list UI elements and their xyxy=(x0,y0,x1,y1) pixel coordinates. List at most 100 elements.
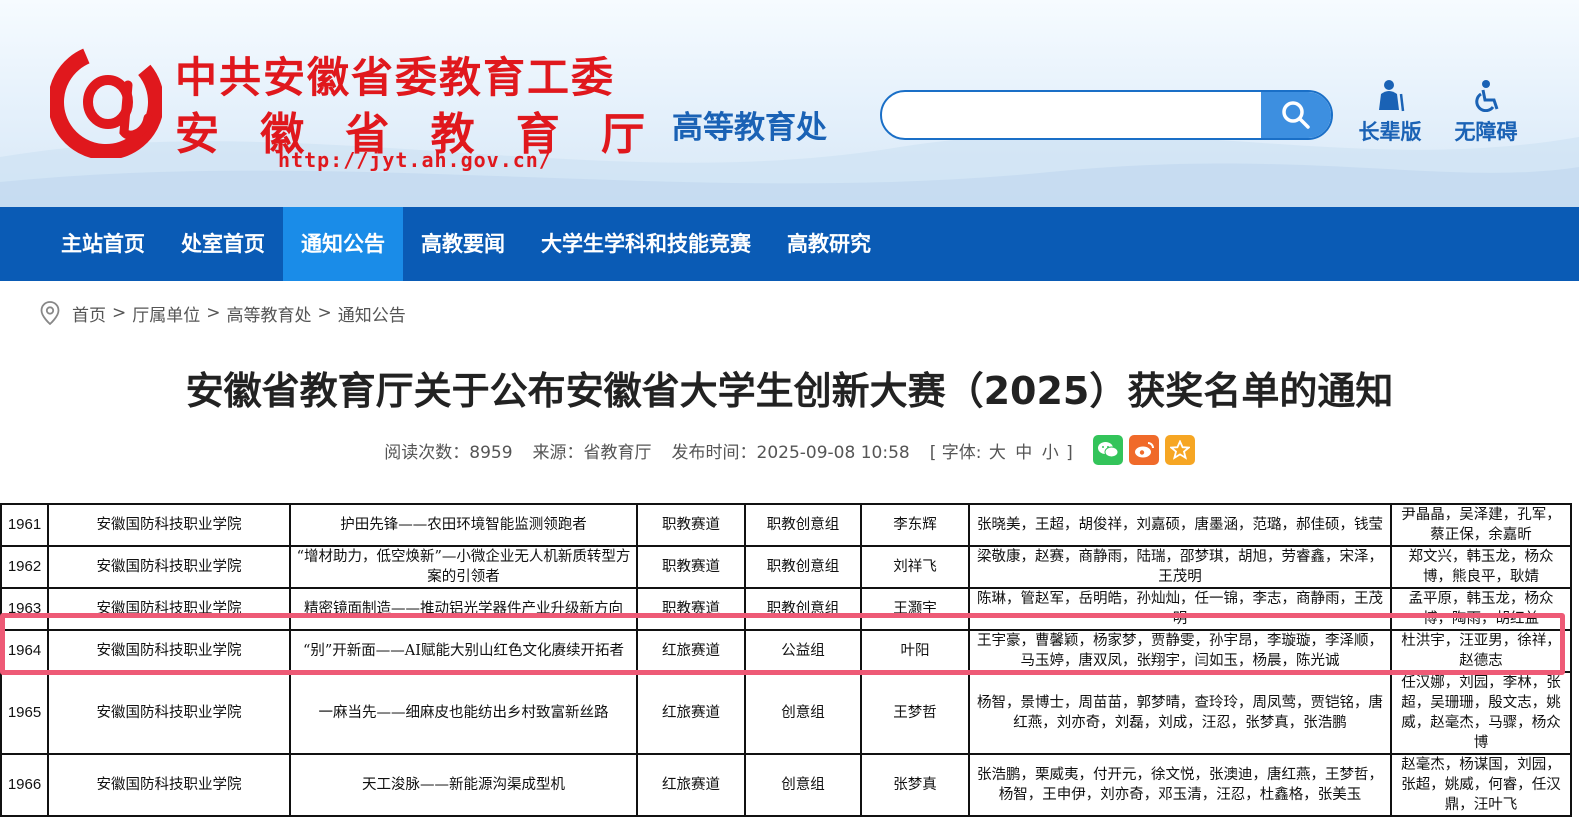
star-icon xyxy=(1169,440,1190,460)
wechat-share-button[interactable] xyxy=(1092,435,1123,465)
cell-leader: 叶阳 xyxy=(860,629,970,673)
cell-advisors: 赵毫杰，杨谋国，刘园，张超，姚威，何睿，任汉鼎，汪叶飞 xyxy=(1390,753,1572,817)
article-meta: 阅读次数：8959 来源：省教育厅 发布时间：2025-09-08 10:58 … xyxy=(0,435,1579,465)
cell-project: 精密镜面制造——推动铝光学器件产业升级新方向 xyxy=(289,587,638,631)
cell-leader: 王梦哲 xyxy=(860,671,970,755)
cell-school: 安徽国防科技职业学院 xyxy=(47,545,291,589)
cell-school: 安徽国防科技职业学院 xyxy=(47,587,291,631)
nav-item-news[interactable]: 高教要闻 xyxy=(403,207,523,281)
breadcrumb-notices[interactable]: 通知公告 xyxy=(338,301,406,326)
nav-item-main-home[interactable]: 主站首页 xyxy=(43,207,163,281)
cell-project: 护田先锋——农田环境智能监测领跑者 xyxy=(289,503,638,547)
read-count-value: 8959 xyxy=(469,442,513,463)
cell-project: “增材助力，低空焕新”—小微企业无人机新质转型方案的引领者 xyxy=(289,545,638,589)
table-row: 1966 安徽国防科技职业学院 天工浚脉——新能源沟渠成型机 红旅赛道 创意组 … xyxy=(0,753,1572,817)
cell-group: 创意组 xyxy=(744,753,862,817)
cell-no: 1966 xyxy=(0,753,49,817)
read-count: 阅读次数：8959 xyxy=(384,438,512,463)
cell-leader: 张梦真 xyxy=(860,753,970,817)
cell-no: 1965 xyxy=(0,671,49,755)
cell-leader: 王灏宇 xyxy=(860,587,970,631)
org-char: 安 xyxy=(175,109,219,160)
cell-advisors: 郑文兴，韩玉龙，杨众博，熊良平，耿婧 xyxy=(1390,545,1572,589)
cell-group: 职教创意组 xyxy=(744,545,862,589)
nav-item-dept-home[interactable]: 处室首页 xyxy=(163,207,283,281)
cell-members: 梁敬康，赵赛，商静雨，陆瑞，邵梦琪，胡旭，劳睿鑫，宋泽，王茂明 xyxy=(968,545,1392,589)
cell-no: 1963 xyxy=(0,587,49,631)
article-source: 来源：省教育厅 xyxy=(533,438,652,463)
font-size-large[interactable]: 大 xyxy=(989,443,1006,463)
breadcrumb-separator: > xyxy=(112,303,127,323)
cell-no: 1962 xyxy=(0,545,49,589)
cell-leader: 刘祥飞 xyxy=(860,545,970,589)
publish-time: 发布时间：2025-09-08 10:58 xyxy=(672,438,910,463)
cell-project: “别”开新面——AI赋能大别山红色文化赓续开拓者 xyxy=(289,629,638,673)
share-buttons xyxy=(1092,435,1195,465)
site-url: http://jyt.ah.gov.cn/ xyxy=(278,148,552,172)
wechat-icon xyxy=(1097,442,1119,458)
cell-project: 天工浚脉——新能源沟渠成型机 xyxy=(289,753,638,817)
cell-group: 公益组 xyxy=(744,629,862,673)
cell-members: 陈琳，管赵军，岳明皓，孙灿灿，任一锦，李志，商静雨，王茂明 xyxy=(968,587,1392,631)
cell-group: 职教创意组 xyxy=(744,587,862,631)
font-size-small[interactable]: 小 xyxy=(1042,443,1059,463)
favorite-share-button[interactable] xyxy=(1164,435,1195,465)
cell-advisors: 孟平原，韩玉龙，杨众博，陶雨，胡红益 xyxy=(1390,587,1572,631)
breadcrumb: 首页 > 厅属单位 > 高等教育处 > 通知公告 xyxy=(40,300,406,326)
breadcrumb-units[interactable]: 厅属单位 xyxy=(132,301,200,326)
weibo-share-button[interactable] xyxy=(1128,435,1159,465)
table-row: 1961 安徽国防科技职业学院 护田先锋——农田环境智能监测领跑者 职教赛道 职… xyxy=(0,503,1572,547)
nav-item-research[interactable]: 高教研究 xyxy=(769,207,889,281)
cell-no: 1964 xyxy=(0,629,49,673)
logo-at-icon[interactable] xyxy=(50,40,162,158)
cell-track: 职教赛道 xyxy=(636,503,746,547)
search-icon xyxy=(1282,101,1310,129)
org-char: 厅 xyxy=(600,109,645,160)
award-table-container[interactable]: 1961 安徽国防科技职业学院 护田先锋——农田环境智能监测领跑者 职教赛道 职… xyxy=(0,503,1579,819)
table-row: 1965 安徽国防科技职业学院 一麻当先——细麻皮也能纺出乡村致富新丝路 红旅赛… xyxy=(0,671,1572,755)
cell-track: 红旅赛道 xyxy=(636,671,746,755)
table-row: 1963 安徽国防科技职业学院 精密镜面制造——推动铝光学器件产业升级新方向 职… xyxy=(0,587,1572,631)
cell-track: 红旅赛道 xyxy=(636,629,746,673)
font-size-switcher: [ 字体: 大 中 小 ] xyxy=(930,438,1073,463)
font-size-end: ] xyxy=(1066,442,1073,463)
font-size-medium[interactable]: 中 xyxy=(1015,443,1032,463)
cell-track: 职教赛道 xyxy=(636,587,746,631)
department-name: 高等教育处 xyxy=(672,110,827,146)
cell-project: 一麻当先——细麻皮也能纺出乡村致富新丝路 xyxy=(289,671,638,755)
source-value: 省教育厅 xyxy=(583,442,652,463)
weibo-icon xyxy=(1134,442,1154,458)
breadcrumb-home[interactable]: 首页 xyxy=(72,301,106,326)
cell-no: 1961 xyxy=(0,503,49,547)
wheelchair-icon xyxy=(1475,80,1499,112)
search-input[interactable] xyxy=(894,98,1254,132)
award-table: 1961 安徽国防科技职业学院 护田先锋——农田环境智能监测领跑者 职教赛道 职… xyxy=(0,503,1572,817)
cell-advisors: 尹晶晶，吴泽建，孔军，蔡正保，余嘉昕 xyxy=(1390,503,1572,547)
nav-item-notices[interactable]: 通知公告 xyxy=(283,207,403,281)
cell-group: 创意组 xyxy=(744,671,862,755)
article-title: 安徽省教育厅关于公布安徽省大学生创新大赛（2025）获奖名单的通知 xyxy=(185,369,1394,413)
cell-advisors: 杜洪宇，汪亚男，徐祥，赵德志 xyxy=(1390,629,1572,673)
search-button[interactable] xyxy=(1261,92,1331,138)
breadcrumb-dept[interactable]: 高等教育处 xyxy=(227,301,312,326)
site-header: 中共安徽省委教育工委 安 徽 省 教 育 厅 http://jyt.ah.gov… xyxy=(0,0,1579,207)
elder-mode-button[interactable]: 长辈版 xyxy=(1350,80,1430,146)
source-label: 来源： xyxy=(532,442,584,463)
cell-track: 红旅赛道 xyxy=(636,753,746,817)
elder-icon xyxy=(1379,80,1405,112)
cell-members: 张浩鹏，栗威夷，付开元，徐文悦，张澳迪，唐红燕，王梦哲，杨智，王申伊，刘亦奇，邓… xyxy=(968,753,1392,817)
table-row-highlighted: 1964 安徽国防科技职业学院 “别”开新面——AI赋能大别山红色文化赓续开拓者… xyxy=(0,629,1572,673)
main-nav: 主站首页 处室首页 通知公告 高教要闻 大学生学科和技能竞赛 高教研究 xyxy=(0,207,1579,281)
accessibility-button[interactable]: 无障碍 xyxy=(1446,80,1526,146)
font-size-label: [ 字体: xyxy=(929,442,982,463)
cell-track: 职教赛道 xyxy=(636,545,746,589)
cell-advisors: 任汉娜，刘园，李林，张超，吴珊珊，殷文志，姚威，赵毫杰，马骤，杨众博 xyxy=(1390,671,1572,755)
cell-leader: 李东辉 xyxy=(860,503,970,547)
publish-time-value: 2025-09-08 10:58 xyxy=(756,442,910,463)
nav-item-competitions[interactable]: 大学生学科和技能竞赛 xyxy=(523,207,769,281)
breadcrumb-separator: > xyxy=(317,303,332,323)
org-name-line1: 中共安徽省委教育工委 xyxy=(175,53,616,102)
cell-members: 王宇豪，曹馨颖，杨家梦，贾静雯，孙宇昂，李璇璇，李泽顺，马玉婷，唐双凤，张翔宇，… xyxy=(968,629,1392,673)
read-count-label: 阅读次数： xyxy=(384,442,470,463)
table-row: 1962 安徽国防科技职业学院 “增材助力，低空焕新”—小微企业无人机新质转型方… xyxy=(0,545,1572,589)
